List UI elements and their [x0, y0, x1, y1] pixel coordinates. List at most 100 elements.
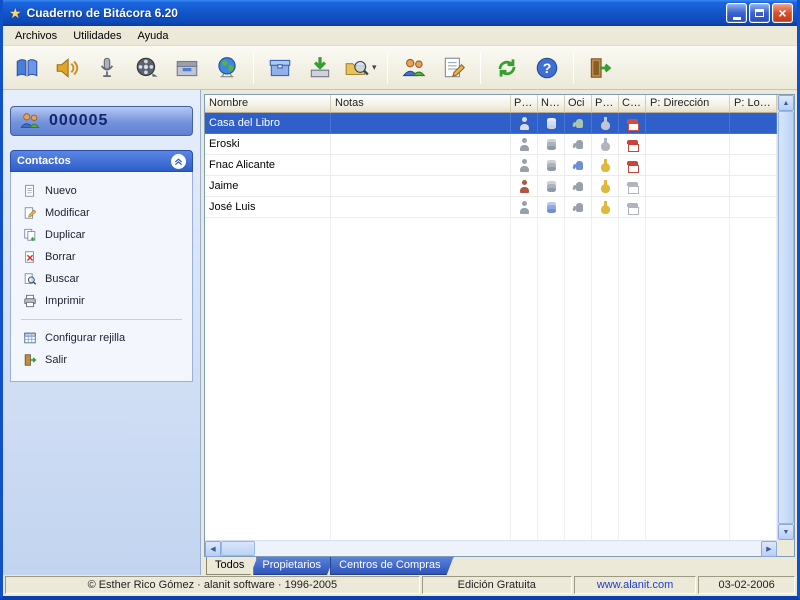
sidebar-item-label: Salir	[45, 354, 68, 366]
hand-icon	[572, 159, 585, 172]
person-icon	[518, 137, 531, 151]
app-window: ★ Cuaderno de Bitácora 6.20 × Archivos U…	[0, 0, 800, 600]
film-button[interactable]	[127, 49, 167, 87]
archive-button[interactable]	[167, 49, 207, 87]
cell-neg	[538, 197, 565, 218]
audio-button[interactable]	[47, 49, 87, 87]
titlebar: ★ Cuaderno de Bitácora 6.20 ×	[3, 0, 797, 26]
sidebar-item-borrar[interactable]: Borrar	[11, 246, 192, 268]
package-button[interactable]	[260, 49, 300, 87]
microphone-icon	[94, 55, 120, 81]
tab-todos[interactable]: Todos	[206, 557, 257, 575]
sidebar-item-configurar-rejilla[interactable]: Configurar rejilla	[11, 327, 192, 349]
column-header-con[interactable]: Con	[619, 95, 646, 113]
shop-icon	[626, 201, 639, 215]
cell-direccion	[646, 155, 730, 176]
audio-icon	[54, 55, 80, 81]
cell-neg	[538, 176, 565, 197]
bag-icon	[599, 116, 612, 130]
horizontal-scroll-thumb[interactable]	[221, 541, 255, 556]
notes-button[interactable]	[434, 49, 474, 87]
hand-icon	[572, 180, 585, 193]
status-website-link[interactable]: www.alanit.com	[573, 576, 697, 594]
sidebar-menu: Nuevo Modificar Duplicar Borrar Buscar Imprim…	[10, 172, 193, 382]
sidebar-item-duplicar[interactable]: Duplicar	[11, 224, 192, 246]
copy-icon	[23, 228, 37, 242]
contacts-button[interactable]	[394, 49, 434, 87]
cell-direccion	[646, 197, 730, 218]
cell-direccion	[646, 113, 730, 134]
scroll-left-icon[interactable]: ◀	[205, 541, 221, 557]
column-header-neg[interactable]: Neg	[538, 95, 565, 113]
bag-icon	[599, 200, 612, 214]
table-row[interactable]: Casa del Libro	[205, 113, 777, 134]
cell-con	[619, 176, 646, 197]
minimize-button[interactable]	[726, 3, 747, 23]
tab-centros-de-compras[interactable]: Centros de Compras	[330, 557, 454, 575]
db-icon	[545, 159, 558, 172]
column-header-pers[interactable]: Pers	[511, 95, 538, 113]
maximize-button[interactable]	[749, 3, 770, 23]
table-row[interactable]: José Luis	[205, 197, 777, 218]
globe-button[interactable]	[207, 49, 247, 87]
menu-utilidades[interactable]: Utilidades	[65, 27, 129, 45]
svg-text:?: ?	[542, 59, 551, 75]
table-row[interactable]: Fnac Alicante	[205, 155, 777, 176]
cell-prop	[592, 113, 619, 134]
column-header-nombre[interactable]: Nombre	[205, 95, 331, 113]
column-header-oci[interactable]: Oci	[565, 95, 592, 113]
db-icon	[545, 117, 558, 130]
exit-button[interactable]	[580, 49, 620, 87]
sidebar-item-salir[interactable]: Salir	[11, 349, 192, 371]
horizontal-scroll-track[interactable]	[255, 541, 761, 556]
horizontal-scrollbar[interactable]: ◀ ▶	[205, 540, 777, 557]
menu-ayuda[interactable]: Ayuda	[130, 27, 177, 45]
column-header-dir[interactable]: P: Dirección	[646, 95, 730, 113]
column-header-loc[interactable]: P: Localidad	[730, 95, 777, 113]
toolbar: ▾?	[3, 46, 797, 90]
import-button[interactable]	[300, 49, 340, 87]
tab-bar: Todos Propietarios Centros de Compras	[204, 557, 795, 575]
column-header-notas[interactable]: Notas	[331, 95, 511, 113]
cell-notas	[331, 113, 511, 134]
dropdown-arrow-icon[interactable]: ▾	[372, 62, 377, 73]
cell-oci	[565, 134, 592, 155]
scroll-right-icon[interactable]: ▶	[761, 541, 777, 557]
column-header-prop[interactable]: Prop	[592, 95, 619, 113]
bag-icon	[599, 137, 612, 151]
app-logo-star-icon: ★	[9, 4, 22, 21]
table-row[interactable]: Jaime	[205, 176, 777, 197]
sidebar-item-imprimir[interactable]: Imprimir	[11, 290, 192, 312]
book-button[interactable]	[7, 49, 47, 87]
cell-prop	[592, 134, 619, 155]
close-button[interactable]: ×	[772, 3, 793, 23]
help-button[interactable]: ?	[527, 49, 567, 87]
db-icon	[545, 138, 558, 151]
scroll-up-icon[interactable]: ▲	[778, 95, 794, 111]
search-button[interactable]: ▾	[340, 49, 381, 87]
sidebar-item-modificar[interactable]: Modificar	[11, 202, 192, 224]
window-title: Cuaderno de Bitácora 6.20	[26, 6, 178, 20]
microphone-button[interactable]	[87, 49, 127, 87]
search-icon	[344, 55, 370, 81]
menu-archivos[interactable]: Archivos	[7, 27, 65, 45]
close-icon: ×	[778, 5, 787, 21]
vertical-scrollbar[interactable]: ▲ ▼	[777, 95, 794, 540]
book-icon	[14, 55, 40, 81]
cell-oci	[565, 176, 592, 197]
notes-icon	[441, 55, 467, 81]
vertical-scroll-thumb[interactable]	[778, 111, 794, 524]
grid: Nombre Notas Pers Neg Oci Prop Con P: Dirección…	[205, 95, 777, 540]
refresh-button[interactable]	[487, 49, 527, 87]
table-row[interactable]: Eroski	[205, 134, 777, 155]
contacts-panel-header[interactable]: Contactos	[10, 150, 193, 172]
tab-propietarios[interactable]: Propietarios	[253, 557, 334, 575]
maximize-icon	[755, 9, 764, 17]
sidebar-item-label: Modificar	[45, 207, 90, 219]
sidebar-item-nuevo[interactable]: Nuevo	[11, 180, 192, 202]
sidebar-item-buscar[interactable]: Buscar	[11, 268, 192, 290]
scroll-down-icon[interactable]: ▼	[778, 524, 794, 540]
vertical-scroll-track[interactable]	[778, 111, 794, 524]
collapse-panel-button[interactable]	[171, 153, 186, 169]
hand-icon	[572, 138, 585, 151]
